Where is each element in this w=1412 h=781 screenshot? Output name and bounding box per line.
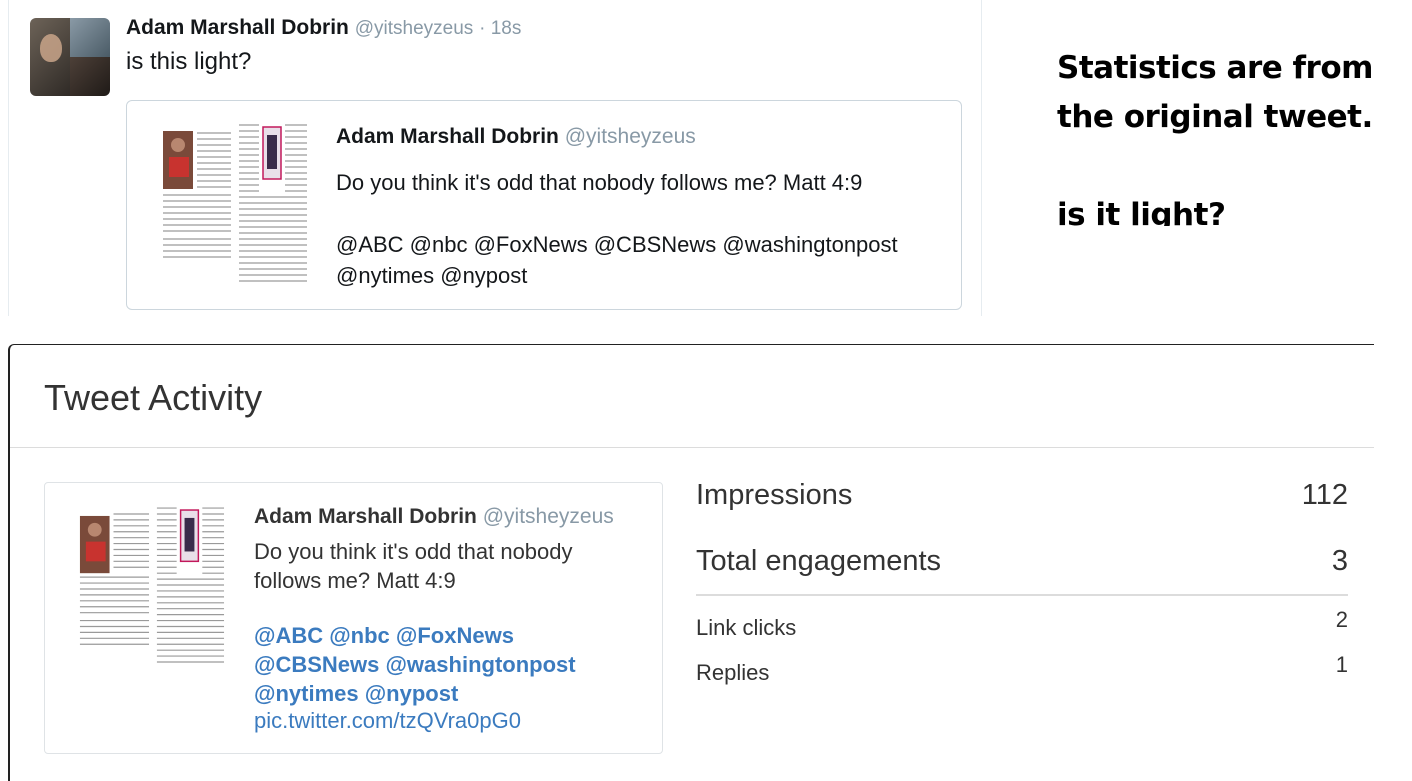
newspaper-thumbnail <box>157 121 309 289</box>
quoted-tweet-mentions: @ABC @nbc @FoxNews @CBSNews @washingtonp… <box>336 229 946 291</box>
caption-line: Statistics are from <box>1057 50 1373 86</box>
text-line: follows me? Matt 4:9 <box>254 568 456 593</box>
quoted-author-name[interactable]: Adam Marshall Dobrin <box>336 125 559 148</box>
replies-label: Replies <box>696 660 770 685</box>
tweet-header: Adam Marshall Dobrin @yitsheyzeus · 18s <box>126 16 521 40</box>
avatar[interactable] <box>30 18 110 96</box>
activity-tweet-header: Adam Marshall Dobrin @yitsheyzeus <box>254 505 614 529</box>
tweet-time[interactable]: · 18s <box>479 18 521 39</box>
panel-title: Tweet Activity <box>44 377 263 418</box>
author-name[interactable]: Adam Marshall Dobrin <box>126 16 349 39</box>
activity-tweet-card[interactable]: Adam Marshall Dobrin @yitsheyzeus Do you… <box>44 482 663 754</box>
mentions-line[interactable]: @ABC @nbc @FoxNews @CBSNews @washingtonp… <box>336 229 946 260</box>
divider <box>10 447 1374 448</box>
activity-tweet-text: Do you think it's odd that nobody follow… <box>254 537 634 595</box>
activity-tweet-mentions: @ABC @nbc @FoxNews @CBSNews @washingtonp… <box>254 621 654 708</box>
link-clicks-label: Link clicks <box>696 615 797 640</box>
author-handle[interactable]: @yitsheyzeus <box>355 18 474 39</box>
mentions-line[interactable]: @ABC @nbc @FoxNews <box>254 621 654 650</box>
caption-line: is it light? <box>1057 197 1226 226</box>
engagements-label: Total engagements <box>696 545 942 577</box>
author-handle[interactable]: @yitsheyzeus <box>483 505 614 528</box>
link-clicks-value: 2 <box>1335 607 1348 632</box>
impressions-label: Impressions <box>696 479 853 511</box>
text-line: Do you think it's odd that nobody <box>254 539 573 564</box>
tweet-text: is this light? <box>126 48 252 75</box>
impressions-value: 112 <box>1301 479 1348 511</box>
quoted-tweet-header: Adam Marshall Dobrin @yitsheyzeus <box>336 125 696 149</box>
mentions-line[interactable]: @nytimes @nypost <box>336 260 946 291</box>
replies-value: 1 <box>1335 652 1348 677</box>
quoted-tweet-text: Do you think it's odd that nobody follow… <box>336 170 863 195</box>
divider <box>696 594 1348 596</box>
media-link[interactable]: pic.twitter.com/tzQVra0pG0 <box>254 708 521 734</box>
caption-text: Statistics are from the original tweet. … <box>1057 44 1397 226</box>
mentions-line[interactable]: @nytimes @nypost <box>254 679 654 708</box>
newspaper-thumbnail <box>76 504 226 670</box>
tweet-activity-panel: Tweet Activity Adam Marshall Dobrin @yit… <box>8 344 1374 781</box>
caption-line: the original tweet. <box>1057 99 1373 135</box>
quoted-tweet-card[interactable]: Adam Marshall Dobrin @yitsheyzeus Do you… <box>126 100 962 310</box>
tweet: Adam Marshall Dobrin @yitsheyzeus · 18s … <box>8 0 982 316</box>
engagements-value: 3 <box>1331 545 1348 577</box>
mentions-line[interactable]: @CBSNews @washingtonpost <box>254 650 654 679</box>
quoted-author-handle[interactable]: @yitsheyzeus <box>565 125 696 148</box>
author-name[interactable]: Adam Marshall Dobrin <box>254 505 477 528</box>
